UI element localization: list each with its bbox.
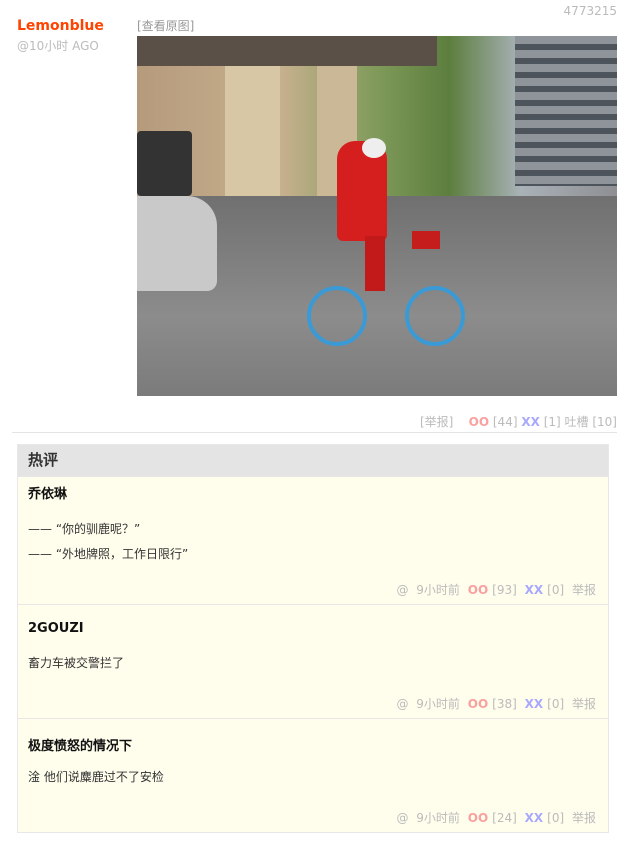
comment-line: 畜力车被交警拦了 — [28, 656, 125, 670]
oo-button[interactable]: OO — [469, 415, 489, 429]
comment-author: 2GOUZI — [28, 621, 84, 636]
report-link[interactable]: 举报 — [572, 697, 596, 711]
oo-count: [44] — [492, 415, 518, 429]
xx-button[interactable]: XX — [525, 697, 544, 711]
comment-body: —— “你的驯鹿呢？” —— “外地牌照，工作日限行” — [28, 517, 598, 567]
at-reply[interactable]: @ — [396, 697, 408, 711]
comment: 乔依琳 —— “你的驯鹿呢？” —— “外地牌照，工作日限行” @ 9小时前 O… — [18, 476, 608, 604]
comment-time: 9小时前 — [416, 697, 460, 711]
comment-author: 极度愤怒的情况下 — [28, 739, 133, 754]
comment-footer: @ 9小时前 OO [93] XX [0] 举报 — [392, 581, 596, 598]
author-name[interactable]: Lemonblue — [17, 18, 104, 34]
post-image[interactable] — [137, 36, 617, 396]
comment-line: 淦 他们说麋鹿过不了安检 — [28, 770, 164, 784]
comment-body: 畜力车被交警拦了 — [28, 651, 598, 676]
oo-button[interactable]: OO — [468, 583, 488, 597]
xx-count: [0] — [547, 583, 565, 597]
xx-button[interactable]: XX — [521, 415, 540, 429]
xx-count: [0] — [547, 811, 565, 825]
comment-footer: @ 9小时前 OO [38] XX [0] 举报 — [392, 695, 596, 712]
view-original-link[interactable]: [查看原图] — [137, 17, 194, 34]
comment: 极度愤怒的情况下 淦 他们说麋鹿过不了安检 @ 9小时前 OO [24] XX [0… — [18, 718, 608, 832]
divider — [12, 432, 617, 433]
at-reply[interactable]: @ — [396, 811, 408, 825]
comment-author: 乔依琳 — [28, 487, 68, 502]
tucao-button[interactable]: 吐槽 — [565, 415, 589, 429]
report-link[interactable]: 举报 — [572, 583, 596, 597]
post-id: 4773215 — [563, 4, 617, 18]
report-link[interactable]: [举报] — [420, 415, 453, 429]
tucao-count: [10] — [592, 415, 617, 429]
xx-button[interactable]: XX — [525, 811, 544, 825]
post-time: @10小时 AGO — [17, 39, 99, 53]
comment: 2GOUZI 畜力车被交警拦了 @ 9小时前 OO [38] XX [0] 举报 — [18, 604, 608, 718]
oo-count: [24] — [492, 811, 517, 825]
oo-count: [93] — [492, 583, 517, 597]
comment-time: 9小时前 — [416, 583, 460, 597]
xx-button[interactable]: XX — [525, 583, 544, 597]
oo-count: [38] — [492, 697, 517, 711]
comment-time: 9小时前 — [416, 811, 460, 825]
post-actions: [举报] OO [44] XX [1] 吐槽 [10] — [420, 413, 617, 430]
hot-comments: 热评 乔依琳 —— “你的驯鹿呢？” —— “外地牌照，工作日限行” @ 9小时… — [17, 444, 609, 833]
at-reply[interactable]: @ — [396, 583, 408, 597]
xx-count: [0] — [547, 697, 565, 711]
xx-count: [1] — [543, 415, 561, 429]
comment-line: —— “外地牌照，工作日限行” — [28, 547, 189, 561]
oo-button[interactable]: OO — [468, 811, 488, 825]
report-link[interactable]: 举报 — [572, 811, 596, 825]
comment-line: —— “你的驯鹿呢？” — [28, 522, 141, 536]
oo-button[interactable]: OO — [468, 697, 488, 711]
comment-body: 淦 他们说麋鹿过不了安检 — [28, 765, 598, 790]
hot-comments-title: 热评 — [18, 445, 608, 476]
comment-footer: @ 9小时前 OO [24] XX [0] 举报 — [392, 809, 596, 826]
